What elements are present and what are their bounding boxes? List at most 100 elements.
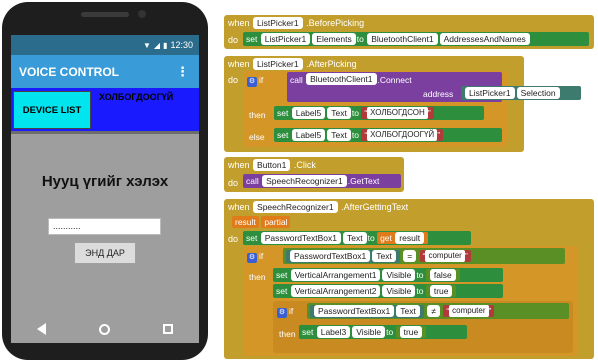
selection-getter[interactable]: ListPicker1 Selection <box>461 86 581 100</box>
do-label: do <box>228 35 239 45</box>
set-password-text[interactable]: set PasswordTextBox1 Text to get result <box>243 231 471 245</box>
event-name: .BeforePicking <box>306 18 365 28</box>
do-label: do <box>228 234 239 244</box>
phone-speaker <box>81 12 129 17</box>
set-label5-text[interactable]: set Label5 Text to “ ХОЛБОГДСОН ” <box>274 106 484 120</box>
text-prop-dropdown[interactable]: Text <box>327 129 351 141</box>
false-value: false <box>425 269 460 281</box>
password-getter[interactable]: PasswordTextBox1 Text <box>310 304 424 318</box>
when-label: when <box>228 59 250 69</box>
tb-dropdown[interactable]: PasswordTextBox1 <box>260 232 342 244</box>
to-label: to <box>367 233 375 243</box>
block-button-click[interactable]: when Button1 .Click do call SpeechRecogn… <box>224 157 404 192</box>
do-label: do <box>228 178 239 188</box>
if-block-outer[interactable]: ⚙ if PasswordTextBox1 Text = “ computer ”… <box>243 246 578 356</box>
signal-icon: ◢ <box>153 40 161 50</box>
param-partial[interactable]: partial <box>261 216 291 228</box>
else-label: else <box>249 132 265 142</box>
neq-dropdown[interactable]: ≠ <box>427 305 440 317</box>
connected-string[interactable]: “ ХОЛБОГДСОН ” <box>361 107 434 119</box>
if-label: if <box>259 251 264 261</box>
password-field[interactable]: ........... <box>48 218 161 235</box>
set-elements-block[interactable]: set ListPicker1 Elements to BluetoothCli… <box>243 32 589 46</box>
param-result[interactable]: result <box>232 216 259 228</box>
eq-dropdown[interactable]: = <box>403 250 417 262</box>
event-name: .AfterPicking <box>306 59 357 69</box>
to-label: to <box>351 108 359 118</box>
component-dropdown[interactable]: SpeechRecognizer1 <box>253 201 338 213</box>
set-label: set <box>246 233 258 243</box>
nav-bar <box>11 314 199 344</box>
call-label: call <box>290 75 303 85</box>
to-label: to <box>356 34 364 44</box>
true-value: true <box>395 326 427 338</box>
if-block-inner[interactable]: ⚙ if PasswordTextBox1 Text ≠ “ computer ”… <box>273 301 573 353</box>
call-label: call <box>246 176 259 186</box>
component-dropdown[interactable]: ListPicker1 <box>253 58 303 70</box>
block-listpicker-afterpicking[interactable]: when ListPicker1 .AfterPicking do ⚙ if ca… <box>224 56 581 152</box>
set-label5-text-else[interactable]: set Label5 Text to “ ХОЛБОГДООГҮЙ ” <box>274 128 502 142</box>
source-dropdown[interactable]: BluetoothClient1 <box>367 33 438 45</box>
do-label: do <box>228 75 239 85</box>
gear-icon[interactable]: ⚙ <box>277 308 287 318</box>
battery-icon: ▮ <box>163 40 168 50</box>
event-name: .AfterGettingText <box>341 202 409 212</box>
gear-icon[interactable]: ⚙ <box>247 253 257 263</box>
status-time: 12:30 <box>170 40 193 50</box>
block-speech-aftergettingtext[interactable]: when SpeechRecognizer1 .AfterGettingText… <box>224 199 594 359</box>
component-dropdown[interactable]: Button1 <box>253 159 291 171</box>
label-dropdown[interactable]: Label5 <box>291 129 326 141</box>
more-vert-icon[interactable]: ⋮ <box>174 64 191 80</box>
set-label: set <box>246 34 258 44</box>
computer-string[interactable]: “ computer ” <box>419 250 471 262</box>
set-va1-visible[interactable]: set VerticalArrangement1 Visible to fals… <box>273 268 503 282</box>
set-label3-visible[interactable]: set Label3 Visible to true <box>299 325 467 339</box>
neq-compare[interactable]: PasswordTextBox1 Text ≠ “ computer ” <box>307 303 569 319</box>
not-connected-string[interactable]: “ ХОЛБОГДООГҮЙ ” <box>361 129 444 141</box>
if-label: if <box>259 75 264 85</box>
back-icon[interactable] <box>37 323 47 335</box>
set-label: set <box>277 108 289 118</box>
app-bar: VOICE CONTROL ⋮ <box>11 55 199 88</box>
target-dropdown[interactable]: ListPicker1 <box>260 33 311 45</box>
to-label: to <box>351 130 359 140</box>
address-label: address <box>423 89 454 99</box>
when-label: when <box>228 18 250 28</box>
if-label: if <box>289 306 294 316</box>
block-listpicker-beforepicking[interactable]: when ListPicker1 .BeforePicking do set L… <box>224 15 594 49</box>
set-label: set <box>276 270 288 280</box>
set-va2-visible[interactable]: set VerticalArrangement2 Visible to true <box>273 284 503 298</box>
home-icon[interactable] <box>98 323 110 335</box>
target-dropdown[interactable]: SpeechRecognizer1 <box>262 175 347 187</box>
call-comp-dropdown[interactable]: BluetoothClient1 <box>306 73 377 85</box>
password-getter[interactable]: PasswordTextBox1 Text <box>286 249 400 263</box>
source-prop-dropdown[interactable]: AddressesAndNames <box>439 33 530 45</box>
then-label: then <box>279 329 296 339</box>
submit-button[interactable]: ЭНД ДАР <box>74 242 136 264</box>
addr-src-dropdown[interactable]: ListPicker1 <box>465 87 515 99</box>
phone-camera <box>138 10 146 18</box>
divider <box>11 131 199 134</box>
set-label: set <box>277 130 289 140</box>
equals-compare[interactable]: PasswordTextBox1 Text = “ computer ” <box>283 248 565 264</box>
component-dropdown[interactable]: ListPicker1 <box>253 17 303 29</box>
call-gettext-block[interactable]: call SpeechRecognizer1 .GetText <box>243 174 401 188</box>
app-title: VOICE CONTROL <box>19 64 120 79</box>
method-name: .Connect <box>377 75 412 85</box>
prop-dropdown[interactable]: Elements <box>312 33 356 45</box>
text-prop-dropdown[interactable]: Text <box>327 107 351 119</box>
phone-screen: ▼ ◢ ▮ 12:30 VOICE CONTROL ⋮ DEVICE LIST … <box>11 35 199 343</box>
recents-icon[interactable] <box>162 324 173 334</box>
set-label: set <box>276 286 288 296</box>
then-label: then <box>249 110 266 120</box>
if-block[interactable]: ⚙ if call BluetoothClient1 .Connect addre… <box>243 71 581 147</box>
gear-icon[interactable]: ⚙ <box>247 77 257 87</box>
label-dropdown[interactable]: Label5 <box>291 107 326 119</box>
addr-prop-dropdown[interactable]: Selection <box>516 87 560 99</box>
device-list-button[interactable]: DEVICE LIST <box>13 91 91 129</box>
device-row: DEVICE LIST ХОЛБОГДООГҮЙ <box>11 88 199 131</box>
text-prop-dropdown[interactable]: Text <box>343 232 367 244</box>
computer-string[interactable]: “ computer ” <box>443 305 495 317</box>
get-result[interactable]: get result <box>377 232 429 244</box>
method-name: .GetText <box>347 176 380 186</box>
